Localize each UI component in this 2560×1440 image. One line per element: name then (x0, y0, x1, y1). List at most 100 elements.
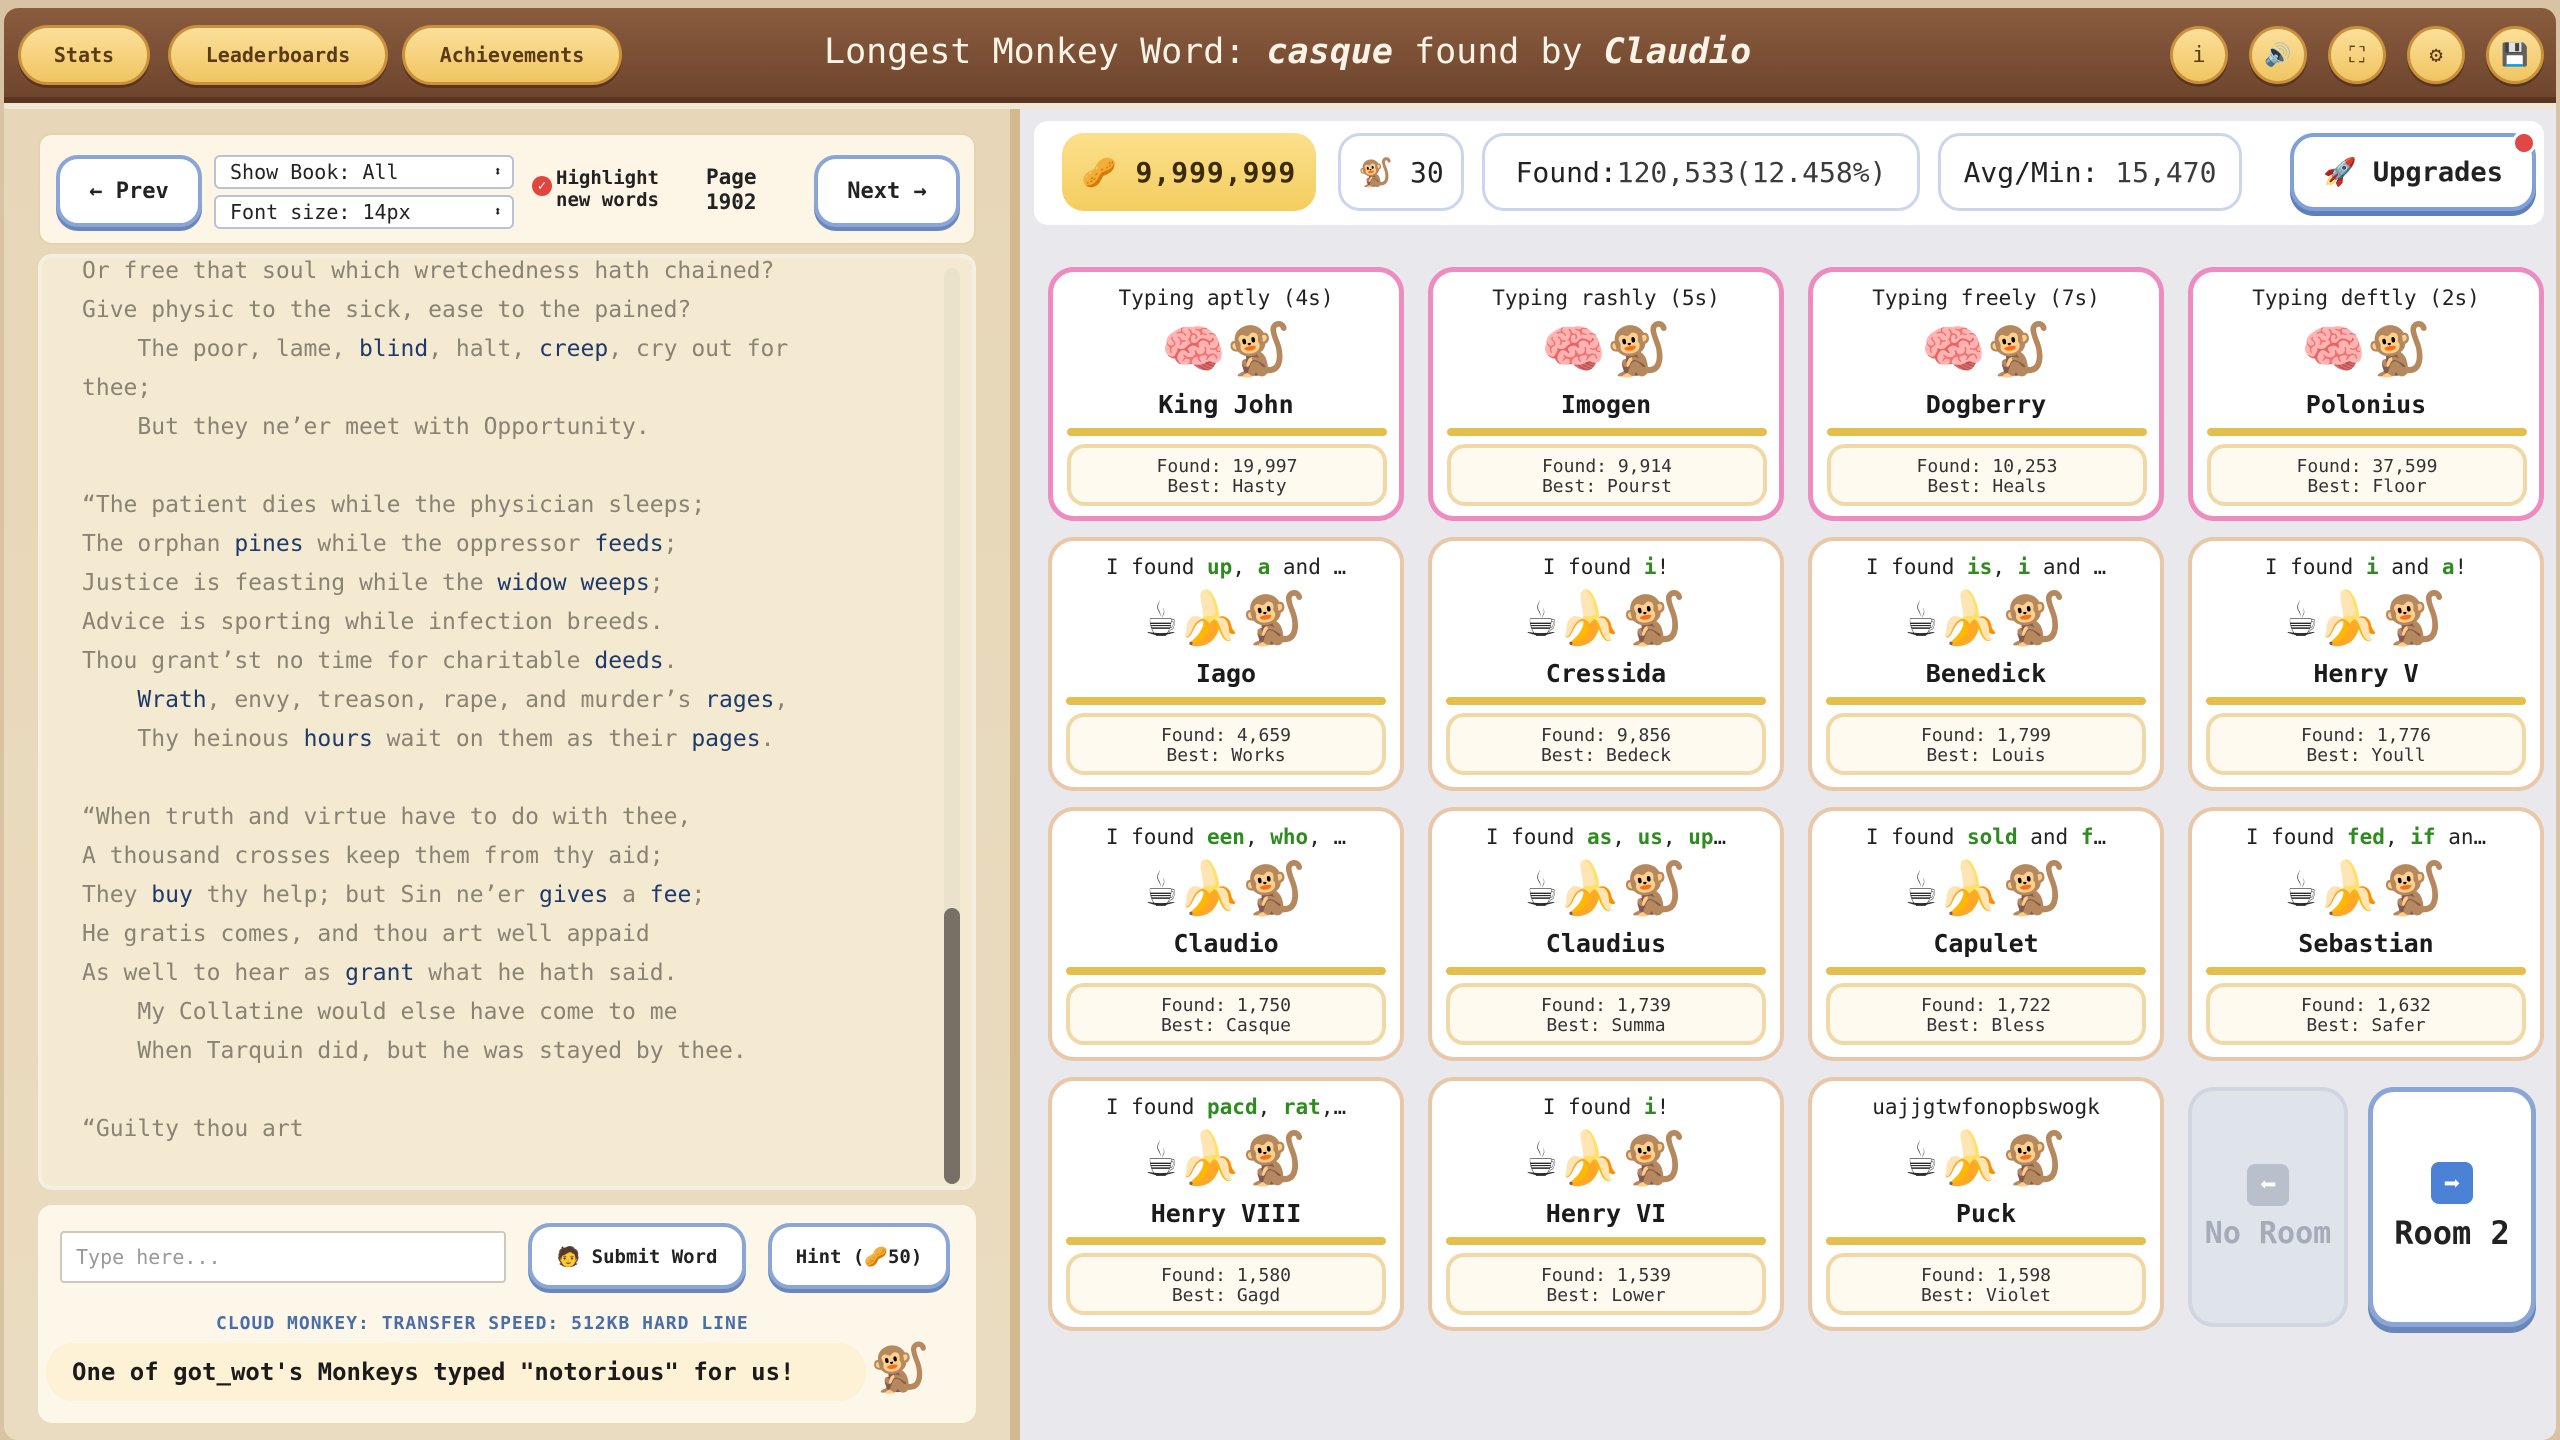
monkey-card[interactable]: Typing deftly (2s) 🧠🐒 Polonius Found: 37,59… (2188, 267, 2544, 521)
book-line (82, 1071, 942, 1110)
monkey-card[interactable]: I found pacd, rat,… ☕🍌🐒 Henry VIII Found: 1… (1048, 1077, 1404, 1331)
word-input[interactable]: Type here... (60, 1231, 506, 1283)
fullscreen-icon[interactable]: ⛶ (2328, 26, 2386, 84)
best-word: Best: Floor (2307, 476, 2427, 497)
book-text-span: They (82, 882, 152, 908)
monkey-name: Benedick (1925, 659, 2047, 688)
book-text-span: . (760, 726, 775, 752)
monkey-avatar-icon: 🧠🐒 (1161, 320, 1291, 380)
progress-bar (2206, 967, 2526, 975)
monkey-card[interactable]: Typing rashly (5s) 🧠🐒 Imogen Found: 9,914 Be… (1428, 267, 1784, 521)
found-count: Found: 37,599 (2296, 456, 2438, 477)
monkey-card[interactable]: I found is, i and … ☕🍌🐒 Benedick Found: 1,7… (1808, 537, 2164, 791)
monkey-stats: Found: 9,856 Best: Bedeck (1446, 713, 1766, 775)
leaderboards-button[interactable]: Leaderboards (168, 25, 388, 85)
monkey-stats: Found: 9,914 Best: Pourst (1447, 444, 1767, 506)
monkey-count: 🐒 30 (1338, 133, 1464, 211)
progress-bar (1446, 697, 1766, 705)
book-line: The poor, lame, blind, halt, creep, cry … (82, 330, 942, 369)
monkey-card[interactable]: I found i and a! ☕🍌🐒 Henry V Found: 1,776 Be… (2188, 537, 2544, 791)
monkey-card[interactable]: I found een, who, … ☕🍌🐒 Claudio Found: 1,75… (1048, 807, 1404, 1061)
monkey-card[interactable]: Typing freely (7s) 🧠🐒 Dogberry Found: 10,25… (1808, 267, 2164, 521)
best-word: Best: Safer (2306, 1015, 2426, 1036)
monkey-name: Cressida (1545, 659, 1667, 688)
monkey-card[interactable]: I found fed, if an… ☕🍌🐒 Sebastian Found: 1,… (2188, 807, 2544, 1061)
longest-word: casque (1266, 32, 1393, 72)
monkey-avatar-icon: ☕🍌🐒 (1145, 859, 1307, 919)
book-text-area[interactable]: Or free that soul which wretchedness hat… (38, 254, 976, 1190)
monkey-avatar-icon: ☕🍌🐒 (2285, 859, 2447, 919)
avg-per-minute: Avg/Min: 15,470 (1938, 133, 2242, 211)
info-icon[interactable]: i (2170, 26, 2228, 84)
settings-icon[interactable]: ⚙ (2407, 26, 2465, 84)
book-text-span: . (663, 648, 678, 674)
book-text-span: wait on them as their (372, 726, 692, 752)
book-scrollbar[interactable] (944, 268, 960, 1184)
prev-page-button[interactable]: ← Prev (56, 155, 202, 227)
panel-divider[interactable] (1010, 109, 1020, 1440)
highlighted-word: rages (705, 687, 775, 713)
book-text-span: , cry out for (608, 336, 789, 362)
progress-bar (1826, 697, 2146, 705)
monkey-name: Capulet (1933, 929, 2039, 958)
monkey-avatar-icon: ☕🍌🐒 (1905, 859, 2067, 919)
found-count: Found: 19,997 (1156, 456, 1298, 477)
highlight-checkbox[interactable]: ✓ (532, 176, 552, 196)
next-page-button[interactable]: Next → (814, 155, 960, 227)
font-size-select[interactable]: Font size: 14px ⬍ (214, 195, 514, 229)
book-line: Justice is feasting while the widow weep… (82, 564, 942, 603)
found-count: Found: 1,776 (2300, 725, 2432, 746)
progress-bar (1446, 967, 1766, 975)
monkey-card[interactable]: I found up, a and … ☕🍌🐒 Iago Found: 4,659 Be… (1048, 537, 1404, 791)
upgrades-button[interactable]: 🚀 Upgrades (2290, 131, 2536, 211)
monkey-message: One of got_wot's Monkeys typed "notoriou… (46, 1343, 866, 1401)
found-count: Found: 9,856 (1540, 725, 1672, 746)
book-line: Advice is sporting while infection breed… (82, 603, 942, 642)
word-input-panel: Type here... 🧑 Submit Word Hint (🥜50) CL… (38, 1205, 976, 1423)
monkey-stats: Found: 1,539 Best: Lower (1446, 1253, 1766, 1315)
show-book-select[interactable]: Show Book: All ⬍ (214, 155, 514, 189)
monkey-card[interactable]: I found i! ☕🍌🐒 Cressida Found: 9,856 Best: B… (1428, 537, 1784, 791)
monkey-avatar-icon: ☕🍌🐒 (1145, 1129, 1307, 1189)
hint-button[interactable]: Hint (🥜50) (768, 1223, 950, 1289)
best-word: Best: Louis (1926, 745, 2046, 766)
book-line: My Collatine would else have come to me (82, 993, 942, 1032)
achievements-button[interactable]: Achievements (402, 25, 622, 85)
header-bar: Stats Leaderboards Achievements Longest … (4, 8, 2556, 103)
book-text-span: The orphan (82, 531, 235, 557)
submit-word-button[interactable]: 🧑 Submit Word (528, 1223, 746, 1289)
found-count: Found: 1,799 (1920, 725, 2052, 746)
room-2-button[interactable]: ➡ Room 2 (2368, 1087, 2536, 1327)
book-line: Thou grant’st no time for charitable dee… (82, 642, 942, 681)
highlighted-word: pines (234, 531, 304, 557)
monkey-card[interactable]: I found i! ☕🍌🐒 Henry VI Found: 1,539 Best: L… (1428, 1077, 1784, 1331)
monkey-status: I found as, us, up… (1485, 825, 1727, 849)
monkey-stats: Found: 1,750 Best: Casque (1066, 983, 1386, 1045)
stats-bar: 🥜 9,999,999 🐒 30 Found: 120,533(12.458%) … (1034, 121, 2544, 225)
book-text-span: A thousand crosses keep them from thy ai… (82, 843, 664, 869)
progress-bar (1446, 1237, 1766, 1245)
best-word: Best: Lower (1546, 1285, 1666, 1306)
best-word: Best: Bedeck (1540, 745, 1672, 766)
book-text-span: thee; (82, 375, 152, 401)
monkey-status: I found i and a! (2264, 555, 2468, 579)
monkey-status: Typing deftly (2s) (2252, 286, 2480, 310)
scrollbar-thumb[interactable] (944, 908, 960, 1184)
progress-bar (2207, 428, 2527, 436)
monkey-card[interactable]: Typing aptly (4s) 🧠🐒 King John Found: 19,99… (1048, 267, 1404, 521)
monkey-card[interactable]: I found sold and f… ☕🍌🐒 Capulet Found: 1,72… (1808, 807, 2164, 1061)
stats-button[interactable]: Stats (18, 25, 150, 85)
monkey-name: Henry V (2313, 659, 2419, 688)
save-icon[interactable]: 💾 (2486, 26, 2544, 84)
monkey-status: I found fed, if an… (2245, 825, 2487, 849)
found-count: Found: 1,598 (1920, 1265, 2052, 1286)
monkey-name: Dogberry (1925, 390, 2047, 419)
select-arrows-icon: ⬍ (493, 204, 502, 220)
progress-bar (1066, 697, 1386, 705)
monkey-panel: 🥜 9,999,999 🐒 30 Found: 120,533(12.458%) … (1020, 109, 2556, 1440)
book-line: They buy thy help; but Sin ne’er gives a… (82, 876, 942, 915)
monkey-card[interactable]: uajjgtwfonopbswogk ☕🍌🐒 Puck Found: 1,598 Bes… (1808, 1077, 2164, 1331)
monkey-card[interactable]: I found as, us, up… ☕🍌🐒 Claudius Found: 1,7… (1428, 807, 1784, 1061)
book-text-span: what he hath said. (414, 960, 678, 986)
sound-icon[interactable]: 🔊 (2249, 26, 2307, 84)
